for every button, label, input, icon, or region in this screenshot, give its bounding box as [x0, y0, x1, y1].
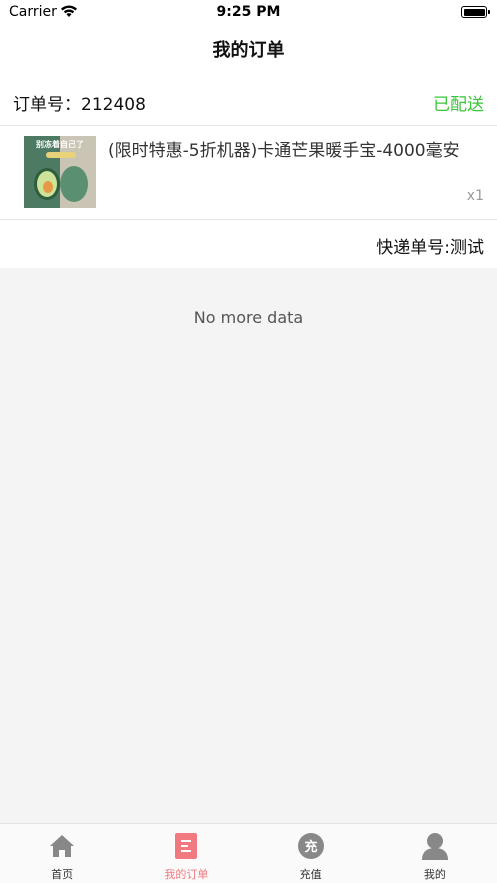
clock: 9:25 PM [216, 4, 281, 20]
tab-profile[interactable]: 我的 [373, 824, 497, 883]
svg-text:充: 充 [304, 839, 317, 855]
tab-orders-label: 我的订单 [164, 868, 209, 881]
product-quantity: x1 [466, 188, 484, 204]
navigation-bar: 我的订单 [0, 26, 497, 76]
profile-icon [421, 832, 449, 860]
tracking-number: 快递单号:测试 [376, 238, 484, 258]
tab-home[interactable]: 首页 [0, 824, 124, 883]
order-product-item[interactable]: 别冻着自己了 (限时特惠-5折机器)卡通芒果暖手宝-4000毫安 x1 [0, 126, 497, 220]
tracking-row: 快递单号:测试 [0, 220, 497, 268]
tab-home-label: 首页 [51, 868, 74, 881]
home-icon [48, 832, 76, 860]
tab-recharge[interactable]: 充 充值 [249, 824, 373, 883]
status-bar: Carrier 9:25 PM [0, 0, 497, 26]
orders-icon [172, 832, 200, 860]
thumbnail-caption: 别冻着自己了 [36, 140, 84, 149]
list-footer: No more data [193, 308, 304, 327]
tab-profile-label: 我的 [423, 868, 446, 881]
product-title: (限时特惠-5折机器)卡通芒果暖手宝-4000毫安 [108, 141, 460, 161]
recharge-icon: 充 [297, 832, 325, 860]
page-title: 我的订单 [212, 40, 285, 61]
order-header: 订单号：212408 已配送 [0, 76, 497, 126]
battery-icon [461, 6, 490, 18]
order-status-badge: 已配送 [433, 95, 484, 115]
tab-recharge-label: 充值 [299, 868, 322, 881]
product-thumbnail: 别冻着自己了 [24, 136, 96, 208]
tab-orders[interactable]: 我的订单 [124, 824, 248, 883]
tab-bar: 首页 我的订单 充 充值 我的 [0, 823, 497, 883]
order-number: 订单号：212408 [13, 95, 146, 115]
